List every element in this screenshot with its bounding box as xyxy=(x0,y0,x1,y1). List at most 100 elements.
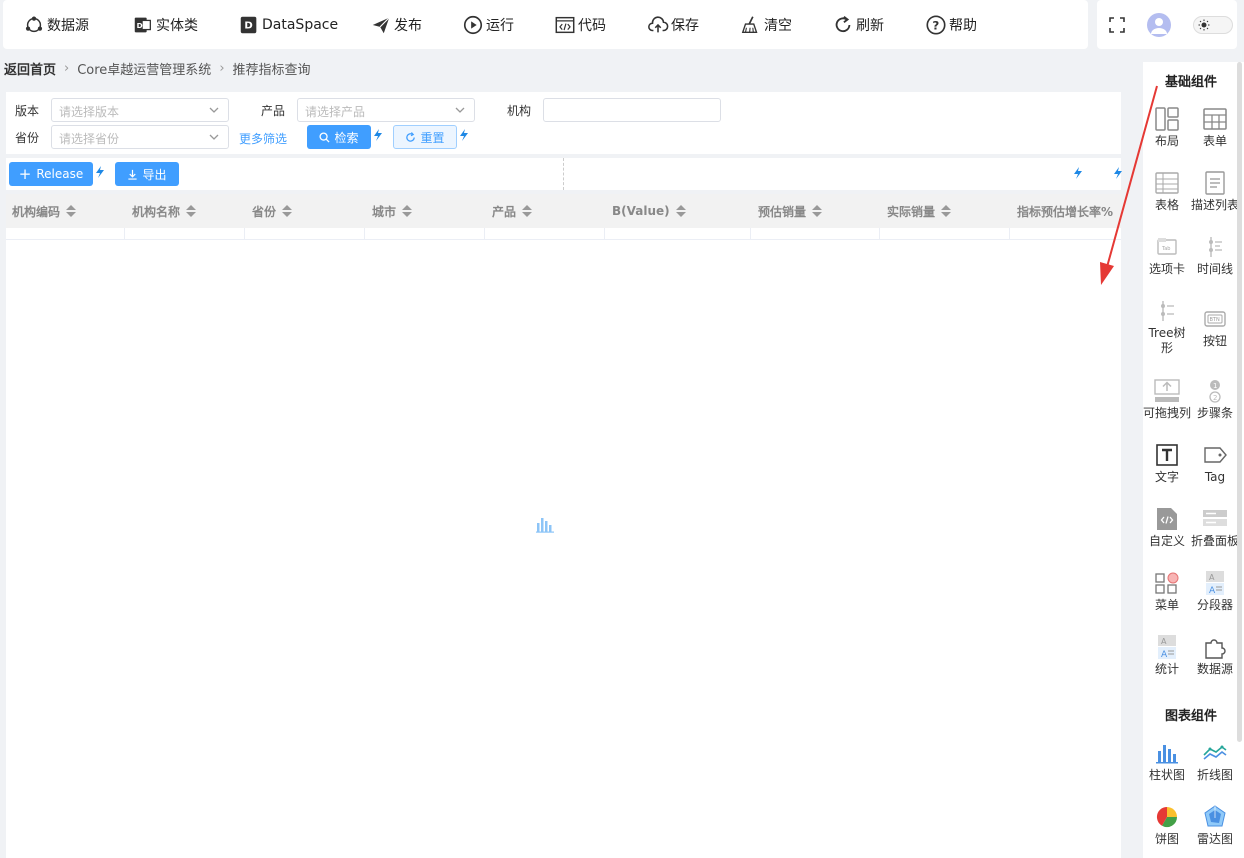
component-menu[interactable]: 菜单 xyxy=(1143,570,1191,613)
sort-icon[interactable] xyxy=(675,204,686,218)
toolbar-label: 清空 xyxy=(764,18,792,34)
component-timeline[interactable]: 时间线 xyxy=(1191,234,1239,277)
column-header[interactable]: 预估销量 xyxy=(758,194,823,228)
province-placeholder: 请选择省份 xyxy=(59,132,120,146)
toolbar-save-button[interactable]: 保存 xyxy=(647,12,699,38)
sort-icon[interactable] xyxy=(522,204,533,218)
timeline-icon xyxy=(1209,237,1222,257)
product-placeholder: 请选择产品 xyxy=(305,105,366,119)
version-placeholder: 请选择版本 xyxy=(59,105,120,119)
province-select[interactable]: 请选择省份 xyxy=(51,125,229,149)
org-input[interactable] xyxy=(543,98,721,122)
cell-divider xyxy=(364,228,365,240)
panel-scrollbar[interactable] xyxy=(1237,62,1242,742)
bolt-icon[interactable] xyxy=(459,129,469,141)
svg-text:A: A xyxy=(1161,650,1168,660)
component-collapse[interactable]: 折叠面板 xyxy=(1191,506,1239,549)
sort-icon[interactable] xyxy=(66,204,77,218)
toolbar-label: 帮助 xyxy=(949,18,977,34)
column-header[interactable]: 城市 xyxy=(372,194,413,228)
chevron-down-icon xyxy=(455,107,465,113)
svg-text:A: A xyxy=(1209,573,1215,582)
component-tag[interactable]: Tag xyxy=(1191,442,1239,485)
fullscreen-icon[interactable] xyxy=(1109,17,1125,33)
version-label: 版本 xyxy=(15,104,40,118)
bar-chart-icon xyxy=(1156,745,1178,764)
filter-panel: 版本 请选择版本 产品 请选择产品 机构 省份 请选择省份 更多筛选 检索 重置 xyxy=(6,92,1121,154)
top-right-bar xyxy=(1097,0,1237,49)
product-select[interactable]: 请选择产品 xyxy=(297,98,475,122)
bolt-icon[interactable] xyxy=(1073,167,1083,179)
statistic-icon: AA xyxy=(1158,635,1176,660)
toolbar-entity-button[interactable]: D 实体类 xyxy=(132,12,198,38)
column-header[interactable]: 产品 xyxy=(492,194,533,228)
reset-button[interactable]: 重置 xyxy=(393,125,457,149)
component-text[interactable]: 文字 xyxy=(1143,442,1191,485)
component-description-list[interactable]: 描述列表 xyxy=(1191,170,1239,213)
search-icon xyxy=(319,131,331,143)
component-label: 时间线 xyxy=(1196,262,1233,276)
cell-divider xyxy=(879,228,880,240)
send-icon xyxy=(372,17,390,34)
toolbar-help-button[interactable]: ? 帮助 xyxy=(925,12,977,38)
sort-icon[interactable] xyxy=(941,204,952,218)
text-icon xyxy=(1156,444,1178,466)
toolbar-clear-button[interactable]: 清空 xyxy=(740,12,792,38)
chevron-right-icon: › xyxy=(64,60,70,76)
component-label: 柱状图 xyxy=(1148,768,1185,782)
segmented-icon: AA xyxy=(1206,571,1224,596)
component-statistic[interactable]: AA 统计 xyxy=(1143,634,1191,677)
column-header[interactable]: 机构编码 xyxy=(12,194,77,228)
action-row: + Release 导出 xyxy=(6,158,1122,190)
component-segmented[interactable]: AA 分段器 xyxy=(1191,570,1239,613)
component-bar-chart[interactable]: 柱状图 xyxy=(1143,740,1191,783)
column-title: B(Value) xyxy=(612,204,670,218)
bolt-icon[interactable] xyxy=(373,129,383,141)
sort-icon[interactable] xyxy=(282,204,293,218)
column-header[interactable]: B(Value) xyxy=(612,194,686,228)
more-filters-link[interactable]: 更多筛选 xyxy=(239,130,287,147)
release-button[interactable]: + Release xyxy=(9,162,93,186)
component-form[interactable]: 表单 xyxy=(1191,106,1239,149)
divider xyxy=(563,158,564,190)
export-button[interactable]: 导出 xyxy=(115,162,179,186)
avatar[interactable] xyxy=(1147,13,1171,37)
component-label: 雷达图 xyxy=(1196,832,1233,846)
sort-icon[interactable] xyxy=(402,204,413,218)
svg-text:D: D xyxy=(137,21,143,30)
component-custom[interactable]: 自定义 xyxy=(1143,506,1191,549)
component-label: 分段器 xyxy=(1196,598,1233,612)
breadcrumb-home-link[interactable]: 返回首页 xyxy=(4,59,56,78)
version-select[interactable]: 请选择版本 xyxy=(51,98,229,122)
component-tree[interactable]: Tree树形 xyxy=(1143,298,1191,356)
theme-toggle[interactable] xyxy=(1193,16,1233,34)
toolbar-refresh-button[interactable]: 刷新 xyxy=(832,12,884,38)
toolbar-label: 代码 xyxy=(578,18,606,34)
sort-icon[interactable] xyxy=(186,204,197,218)
sort-icon[interactable] xyxy=(812,204,823,218)
toolbar-code-button[interactable]: 代码 xyxy=(554,12,606,38)
table-header: 机构编码 机构名称 省份 城市 产品 B(Value) 预估销量 实际销量 指标… xyxy=(6,194,1121,228)
component-draggable[interactable]: 可拖拽列 xyxy=(1143,378,1191,421)
search-button[interactable]: 检索 xyxy=(307,125,371,149)
component-button[interactable]: BTN 按钮 xyxy=(1191,306,1239,349)
column-header[interactable]: 机构名称 xyxy=(132,194,197,228)
refresh-icon xyxy=(835,16,851,33)
breadcrumb-system-link[interactable]: Core卓越运营管理系统 xyxy=(77,59,211,78)
component-steps[interactable]: 12 步骤条 xyxy=(1191,378,1239,421)
component-datasource[interactable]: 数据源 xyxy=(1191,634,1239,677)
column-header[interactable]: 实际销量 xyxy=(887,194,952,228)
cell-divider xyxy=(1009,228,1010,240)
toolbar-dataspace-button[interactable]: D DataSpace xyxy=(238,12,338,38)
bolt-icon[interactable] xyxy=(95,166,105,178)
component-pie-chart[interactable]: 饼图 xyxy=(1143,804,1191,847)
toolbar-datasource-button[interactable]: 数据源 xyxy=(23,12,89,38)
component-label: 按钮 xyxy=(1202,334,1227,348)
radar-chart-icon xyxy=(1204,805,1226,827)
component-label: Tree树形 xyxy=(1148,326,1186,355)
toolbar-publish-button[interactable]: 发布 xyxy=(370,12,422,38)
component-line-chart[interactable]: 折线图 xyxy=(1191,740,1239,783)
component-radar-chart[interactable]: 雷达图 xyxy=(1191,804,1239,847)
toolbar-run-button[interactable]: 运行 xyxy=(462,12,514,38)
column-header[interactable]: 省份 xyxy=(252,194,293,228)
